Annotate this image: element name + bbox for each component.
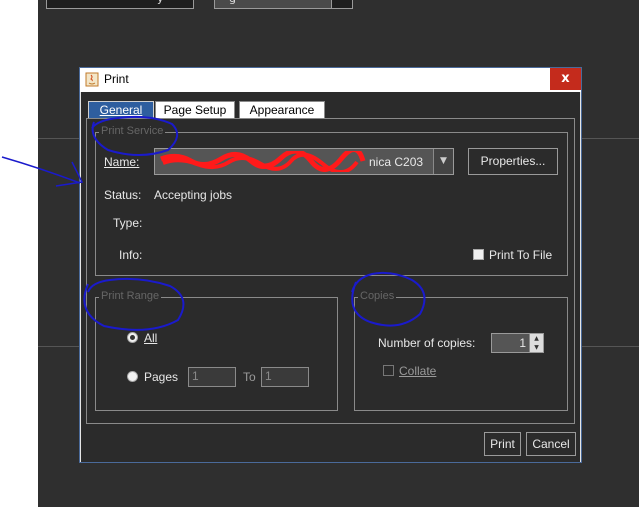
info-label: Info: [119, 248, 143, 262]
pages-radio-label: Pages [144, 370, 179, 384]
status-label: Status: [104, 188, 142, 202]
tab-page-setup-label: Page Setup [163, 103, 227, 117]
printer-name-value: nica C203 [369, 155, 424, 169]
tab-page-setup[interactable]: Page Setup [155, 101, 235, 118]
close-icon: x [561, 71, 570, 86]
dialog-title: Print [104, 72, 129, 86]
tab-general-label: General [99, 103, 143, 117]
pages-to-input[interactable]: 1 [261, 367, 309, 387]
properties-button[interactable]: Properties... [468, 148, 558, 175]
copies-group-title: Copies [358, 290, 397, 302]
printer-name-combo[interactable]: nica C203 ▼ [154, 148, 454, 175]
collate-label: Collate [399, 364, 437, 378]
print-range-group-title: Print Range [99, 290, 162, 302]
pages-from-input[interactable]: 1 [188, 367, 236, 387]
copies-spinner[interactable]: 1 ▲ ▼ [491, 333, 544, 353]
background-field: y [46, 0, 194, 9]
status-value: Accepting jobs [154, 188, 233, 202]
spinner-down-icon[interactable]: ▼ [529, 343, 543, 352]
dialog-body: General Page Setup Appearance Print Serv… [81, 92, 580, 462]
chevron-down-icon[interactable]: ▼ [433, 149, 453, 174]
to-label: To [243, 370, 256, 384]
spinner-up-icon[interactable]: ▲ [529, 334, 543, 343]
number-of-copies-label: Number of copies: [378, 336, 476, 350]
collate-checkbox[interactable] [383, 365, 394, 376]
print-button-label: Print [490, 437, 515, 451]
background-field-2-text: g [229, 0, 236, 5]
tab-appearance[interactable]: Appearance [239, 101, 325, 118]
java-icon [85, 72, 99, 87]
name-label: Name: [104, 155, 140, 169]
tab-general[interactable]: General [88, 101, 154, 118]
print-dialog: Print x General Page Setup Appearance Pr… [79, 67, 582, 463]
print-service-group-title: Print Service [99, 125, 166, 137]
all-radio-label: All [144, 331, 158, 345]
print-to-file-label: Print To File [489, 248, 553, 262]
pages-radio[interactable] [127, 371, 138, 382]
copies-value: 1 [519, 336, 526, 350]
cancel-button[interactable]: Cancel [526, 432, 576, 456]
all-radio[interactable] [127, 332, 138, 343]
close-button[interactable]: x [550, 68, 581, 90]
properties-button-label: Properties... [480, 154, 546, 168]
type-label: Type: [113, 216, 143, 230]
background-dropdown-button [331, 0, 353, 9]
print-button[interactable]: Print [484, 432, 521, 456]
background-field-2: g [214, 0, 332, 9]
redaction-scribble [160, 151, 366, 172]
background-field-text: y [157, 0, 164, 5]
cancel-button-label: Cancel [532, 437, 570, 451]
tab-appearance-label: Appearance [249, 103, 315, 117]
print-to-file-checkbox[interactable] [473, 249, 484, 260]
dialog-titlebar: Print x [80, 68, 581, 92]
print-range-group [95, 297, 338, 411]
copies-group [354, 297, 568, 411]
